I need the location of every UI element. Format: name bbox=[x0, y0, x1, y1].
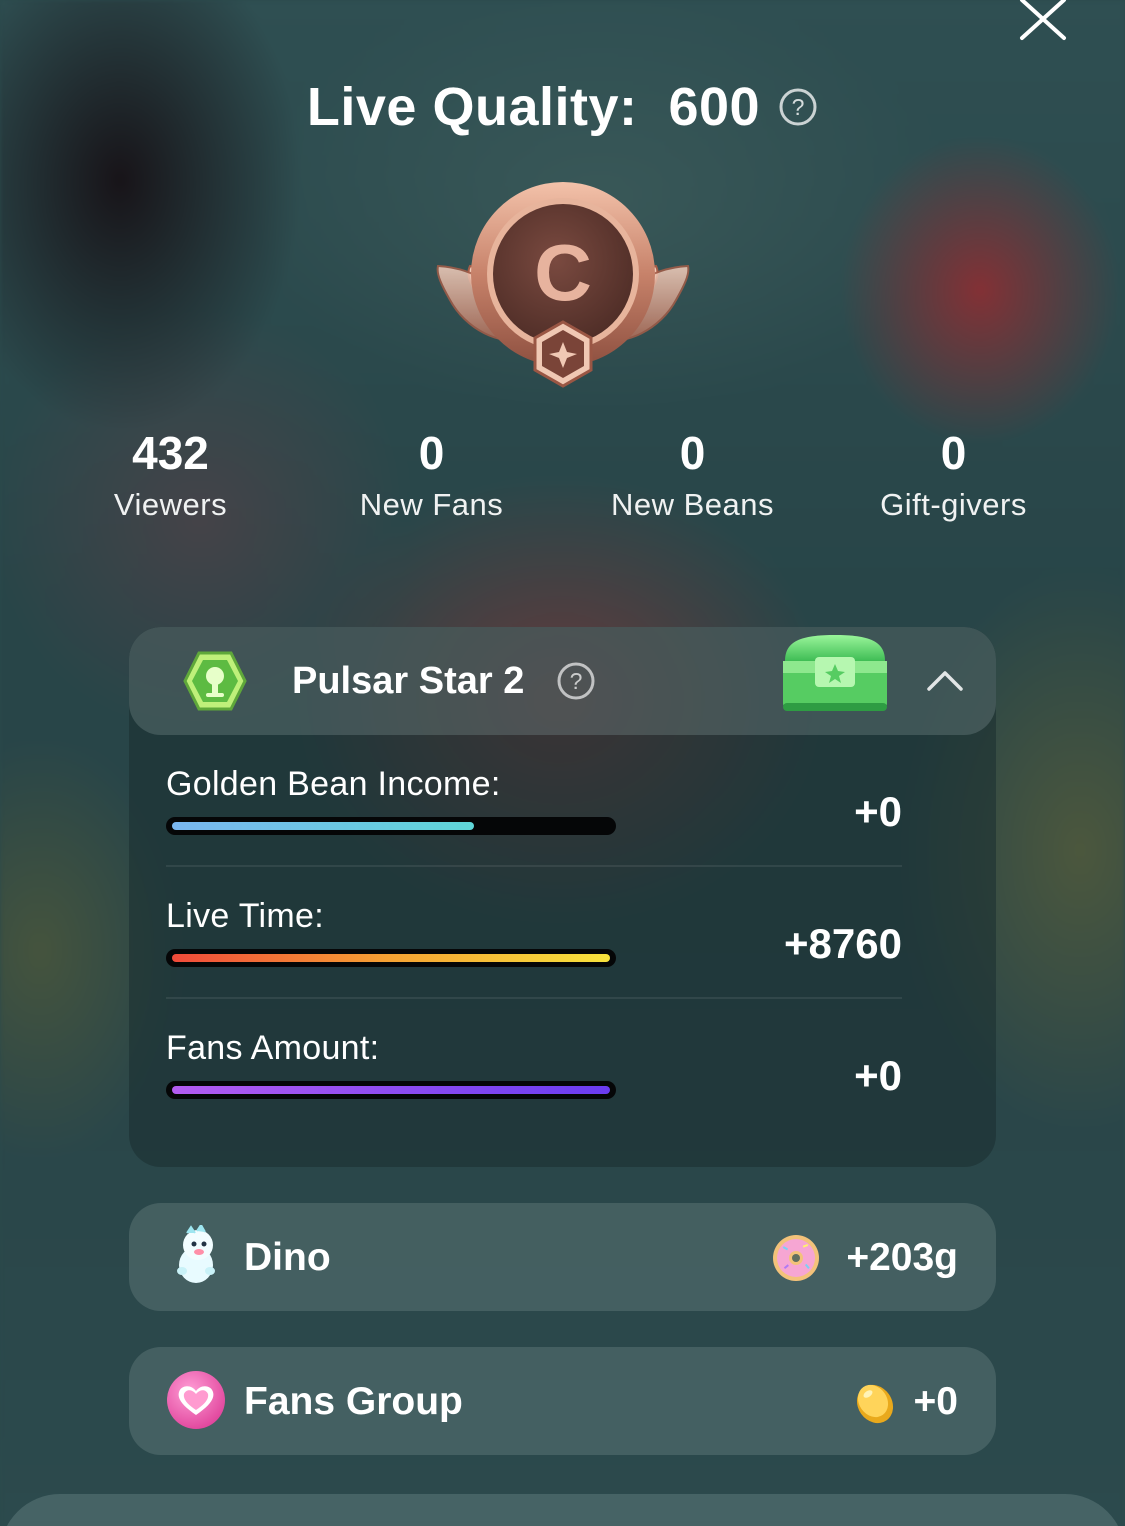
metric-value: +0 bbox=[854, 788, 902, 835]
progress-bar bbox=[166, 949, 616, 967]
stat-viewers: 432 Viewers bbox=[40, 424, 301, 528]
stat-label: New Beans bbox=[610, 487, 775, 522]
stat-new-beans: 0 New Beans bbox=[562, 424, 823, 528]
stat-value: 0 bbox=[418, 427, 445, 479]
divider bbox=[166, 997, 902, 999]
stat-value: 0 bbox=[940, 427, 967, 479]
question-circle-icon[interactable]: ? bbox=[778, 87, 818, 127]
bronze-winged-medal-icon: C bbox=[436, 182, 690, 388]
progress-fill bbox=[172, 1086, 610, 1094]
progress-fill bbox=[172, 822, 474, 830]
card-value: +203g bbox=[846, 1236, 958, 1279]
stat-value: 0 bbox=[679, 427, 706, 479]
question-circle-icon[interactable]: ? bbox=[556, 661, 596, 701]
green-treasure-chest-icon[interactable] bbox=[779, 631, 891, 715]
progress-fill bbox=[172, 954, 610, 962]
card-label: Fans Group bbox=[244, 1380, 463, 1423]
divider bbox=[166, 865, 902, 867]
card-value: +0 bbox=[913, 1380, 958, 1423]
level-panel: Pulsar Star 2 ? Golden Bean Income: +0 L… bbox=[129, 627, 996, 1167]
chevron-up-icon[interactable] bbox=[925, 665, 965, 695]
metric-value: +0 bbox=[854, 1052, 902, 1099]
stat-new-fans: 0 New Fans bbox=[301, 424, 562, 528]
metric-value: +8760 bbox=[784, 920, 902, 967]
metric-label: Live Time: bbox=[166, 897, 324, 935]
metric-row-fans-amount: Fans Amount: +0 bbox=[166, 1026, 902, 1158]
fans-group-card[interactable]: Fans Group +0 bbox=[129, 1347, 996, 1455]
svg-text:?: ? bbox=[792, 94, 805, 120]
stats-row: 432 Viewers 0 New Fans 0 New Beans 0 Gif… bbox=[40, 424, 1085, 528]
metric-row-golden-bean: Golden Bean Income: +0 bbox=[166, 762, 902, 894]
metric-label: Golden Bean Income: bbox=[166, 765, 501, 803]
stat-label: Viewers bbox=[113, 487, 228, 522]
stat-label: New Fans bbox=[359, 487, 504, 522]
gold-bean-icon bbox=[856, 1384, 894, 1424]
page-title: Live Quality: 600 bbox=[306, 77, 761, 137]
progress-bar bbox=[166, 817, 616, 835]
level-panel-header[interactable]: Pulsar Star 2 ? bbox=[129, 627, 996, 735]
metric-label: Fans Amount: bbox=[166, 1029, 380, 1067]
close-icon[interactable] bbox=[1016, 0, 1070, 42]
stat-gift-givers: 0 Gift-givers bbox=[823, 424, 1084, 528]
level-title: Pulsar Star 2 bbox=[292, 660, 525, 702]
green-hexagon-mic-icon bbox=[183, 651, 247, 711]
bottom-sheet bbox=[0, 1494, 1125, 1526]
dino-icon bbox=[177, 1225, 215, 1283]
progress-bar bbox=[166, 1081, 616, 1099]
metric-row-live-time: Live Time: +8760 bbox=[166, 894, 902, 1026]
svg-text:?: ? bbox=[570, 668, 583, 694]
heart-badge-icon bbox=[167, 1371, 225, 1429]
stat-value: 432 bbox=[132, 427, 209, 479]
card-label: Dino bbox=[244, 1236, 331, 1279]
grade-letter: C bbox=[534, 228, 592, 317]
header: Live Quality: 600 ? bbox=[0, 72, 1125, 142]
dino-card[interactable]: Dino +203g bbox=[129, 1203, 996, 1311]
donut-icon bbox=[773, 1235, 819, 1281]
stat-label: Gift-givers bbox=[880, 487, 1027, 522]
